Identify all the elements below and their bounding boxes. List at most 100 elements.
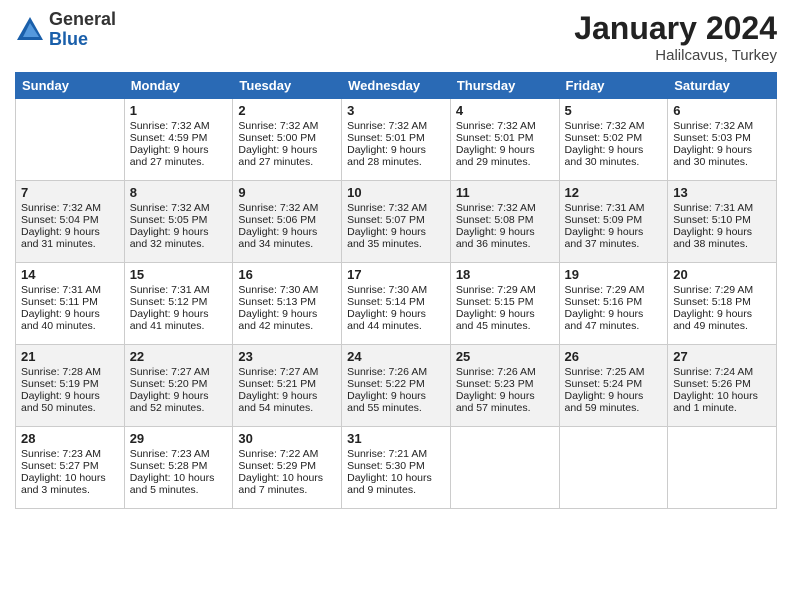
sunset-text: Sunset: 5:06 PM xyxy=(238,214,336,226)
sunset-text: Sunset: 5:29 PM xyxy=(238,460,336,472)
daylight-text: Daylight: 9 hours and 52 minutes. xyxy=(130,390,228,414)
sunset-text: Sunset: 5:12 PM xyxy=(130,296,228,308)
day-number: 20 xyxy=(673,267,771,282)
calendar-table: SundayMondayTuesdayWednesdayThursdayFrid… xyxy=(15,72,777,509)
sunset-text: Sunset: 5:02 PM xyxy=(565,132,663,144)
sunrise-text: Sunrise: 7:29 AM xyxy=(673,284,771,296)
day-number: 23 xyxy=(238,349,336,364)
day-cell: 15Sunrise: 7:31 AMSunset: 5:12 PMDayligh… xyxy=(124,263,233,345)
day-number: 11 xyxy=(456,185,554,200)
week-row-5: 28Sunrise: 7:23 AMSunset: 5:27 PMDayligh… xyxy=(16,427,777,509)
sunrise-text: Sunrise: 7:32 AM xyxy=(21,202,119,214)
sunset-text: Sunset: 5:27 PM xyxy=(21,460,119,472)
header-row: SundayMondayTuesdayWednesdayThursdayFrid… xyxy=(16,73,777,99)
sunset-text: Sunset: 4:59 PM xyxy=(130,132,228,144)
daylight-text: Daylight: 9 hours and 55 minutes. xyxy=(347,390,445,414)
sunrise-text: Sunrise: 7:27 AM xyxy=(130,366,228,378)
logo-blue: Blue xyxy=(49,30,116,50)
sunrise-text: Sunrise: 7:32 AM xyxy=(673,120,771,132)
week-row-4: 21Sunrise: 7:28 AMSunset: 5:19 PMDayligh… xyxy=(16,345,777,427)
day-cell: 16Sunrise: 7:30 AMSunset: 5:13 PMDayligh… xyxy=(233,263,342,345)
sunset-text: Sunset: 5:04 PM xyxy=(21,214,119,226)
day-cell: 19Sunrise: 7:29 AMSunset: 5:16 PMDayligh… xyxy=(559,263,668,345)
sunset-text: Sunset: 5:05 PM xyxy=(130,214,228,226)
sunrise-text: Sunrise: 7:32 AM xyxy=(130,120,228,132)
day-cell: 28Sunrise: 7:23 AMSunset: 5:27 PMDayligh… xyxy=(16,427,125,509)
daylight-text: Daylight: 10 hours and 5 minutes. xyxy=(130,472,228,496)
sunrise-text: Sunrise: 7:27 AM xyxy=(238,366,336,378)
col-header-wednesday: Wednesday xyxy=(342,73,451,99)
day-number: 14 xyxy=(21,267,119,282)
sunrise-text: Sunrise: 7:30 AM xyxy=(347,284,445,296)
daylight-text: Daylight: 9 hours and 29 minutes. xyxy=(456,144,554,168)
day-cell: 14Sunrise: 7:31 AMSunset: 5:11 PMDayligh… xyxy=(16,263,125,345)
day-cell: 6Sunrise: 7:32 AMSunset: 5:03 PMDaylight… xyxy=(668,99,777,181)
sunset-text: Sunset: 5:01 PM xyxy=(456,132,554,144)
sunset-text: Sunset: 5:18 PM xyxy=(673,296,771,308)
sunrise-text: Sunrise: 7:24 AM xyxy=(673,366,771,378)
day-number: 12 xyxy=(565,185,663,200)
col-header-sunday: Sunday xyxy=(16,73,125,99)
logo-icon xyxy=(15,15,45,45)
day-number: 21 xyxy=(21,349,119,364)
daylight-text: Daylight: 9 hours and 36 minutes. xyxy=(456,226,554,250)
day-number: 27 xyxy=(673,349,771,364)
sunset-text: Sunset: 5:01 PM xyxy=(347,132,445,144)
sunrise-text: Sunrise: 7:29 AM xyxy=(456,284,554,296)
page: General Blue January 2024 Halilcavus, Tu… xyxy=(0,0,792,519)
sunset-text: Sunset: 5:22 PM xyxy=(347,378,445,390)
logo-text: General Blue xyxy=(49,10,116,50)
col-header-saturday: Saturday xyxy=(668,73,777,99)
daylight-text: Daylight: 9 hours and 30 minutes. xyxy=(565,144,663,168)
day-cell: 10Sunrise: 7:32 AMSunset: 5:07 PMDayligh… xyxy=(342,181,451,263)
sunrise-text: Sunrise: 7:32 AM xyxy=(347,202,445,214)
day-cell: 20 Sunrise: 7:29 AMSunset: 5:18 PMDayligh… xyxy=(668,263,777,345)
daylight-text: Daylight: 10 hours and 7 minutes. xyxy=(238,472,336,496)
sunrise-text: Sunrise: 7:26 AM xyxy=(456,366,554,378)
sunrise-text: Sunrise: 7:32 AM xyxy=(238,202,336,214)
sunset-text: Sunset: 5:10 PM xyxy=(673,214,771,226)
day-cell xyxy=(668,427,777,509)
day-number: 29 xyxy=(130,431,228,446)
day-number: 17 xyxy=(347,267,445,282)
sunrise-text: Sunrise: 7:23 AM xyxy=(130,448,228,460)
sunset-text: Sunset: 5:28 PM xyxy=(130,460,228,472)
sunset-text: Sunset: 5:19 PM xyxy=(21,378,119,390)
logo-general: General xyxy=(49,10,116,30)
daylight-text: Daylight: 9 hours and 40 minutes. xyxy=(21,308,119,332)
day-cell: 12Sunrise: 7:31 AMSunset: 5:09 PMDayligh… xyxy=(559,181,668,263)
location: Halilcavus, Turkey xyxy=(574,47,777,64)
daylight-text: Daylight: 9 hours and 45 minutes. xyxy=(456,308,554,332)
sunrise-text: Sunrise: 7:31 AM xyxy=(21,284,119,296)
day-cell: 11Sunrise: 7:32 AMSunset: 5:08 PMDayligh… xyxy=(450,181,559,263)
day-number: 3 xyxy=(347,103,445,118)
daylight-text: Daylight: 9 hours and 44 minutes. xyxy=(347,308,445,332)
day-cell: 26Sunrise: 7:25 AMSunset: 5:24 PMDayligh… xyxy=(559,345,668,427)
day-cell: 13Sunrise: 7:31 AMSunset: 5:10 PMDayligh… xyxy=(668,181,777,263)
day-number: 1 xyxy=(130,103,228,118)
day-cell: 31Sunrise: 7:21 AMSunset: 5:30 PMDayligh… xyxy=(342,427,451,509)
sunrise-text: Sunrise: 7:26 AM xyxy=(347,366,445,378)
sunset-text: Sunset: 5:21 PM xyxy=(238,378,336,390)
day-number: 19 xyxy=(565,267,663,282)
day-cell: 25Sunrise: 7:26 AMSunset: 5:23 PMDayligh… xyxy=(450,345,559,427)
logo: General Blue xyxy=(15,10,116,50)
sunset-text: Sunset: 5:26 PM xyxy=(673,378,771,390)
daylight-text: Daylight: 9 hours and 31 minutes. xyxy=(21,226,119,250)
day-cell xyxy=(559,427,668,509)
day-cell xyxy=(450,427,559,509)
sunrise-text: Sunrise: 7:31 AM xyxy=(673,202,771,214)
day-cell: 3Sunrise: 7:32 AMSunset: 5:01 PMDaylight… xyxy=(342,99,451,181)
day-cell: 24Sunrise: 7:26 AMSunset: 5:22 PMDayligh… xyxy=(342,345,451,427)
day-number: 15 xyxy=(130,267,228,282)
col-header-friday: Friday xyxy=(559,73,668,99)
sunset-text: Sunset: 5:14 PM xyxy=(347,296,445,308)
day-cell: 23Sunrise: 7:27 AMSunset: 5:21 PMDayligh… xyxy=(233,345,342,427)
daylight-text: Daylight: 9 hours and 37 minutes. xyxy=(565,226,663,250)
sunset-text: Sunset: 5:07 PM xyxy=(347,214,445,226)
daylight-text: Daylight: 9 hours and 49 minutes. xyxy=(673,308,771,332)
day-number: 9 xyxy=(238,185,336,200)
day-number: 6 xyxy=(673,103,771,118)
day-cell: 22Sunrise: 7:27 AMSunset: 5:20 PMDayligh… xyxy=(124,345,233,427)
sunrise-text: Sunrise: 7:30 AM xyxy=(238,284,336,296)
